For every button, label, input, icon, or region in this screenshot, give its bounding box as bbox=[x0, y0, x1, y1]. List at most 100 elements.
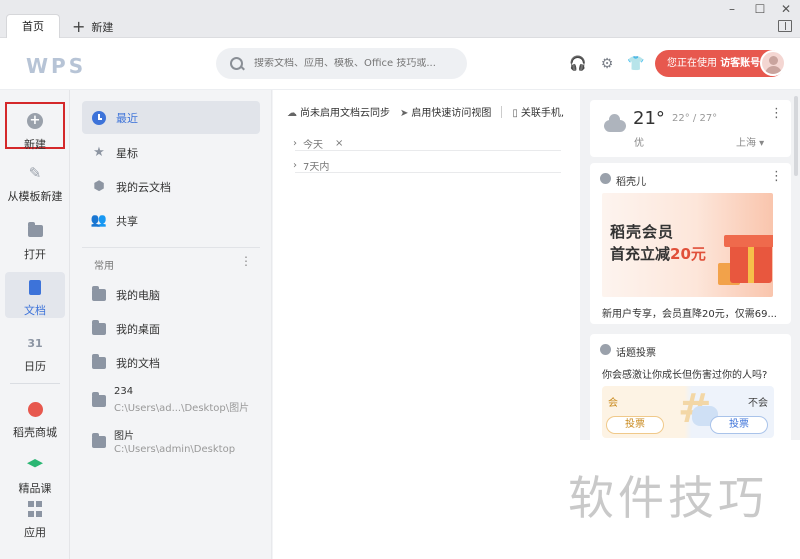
document-nav: 最近 ★ 星标 ⬢ 我的云文档 👥 共享 常用 ⋮ 我的电脑 我的桌面 我的文档… bbox=[70, 90, 272, 559]
poll-question: 你会感激让你成长但伤害过你的人吗? bbox=[602, 370, 768, 381]
close-icon[interactable]: ✕ bbox=[776, 2, 796, 16]
nav-open[interactable]: 打开 bbox=[5, 222, 65, 262]
nav-courses-label: 精品课 bbox=[18, 482, 52, 495]
more-icon[interactable]: ⋮ bbox=[770, 106, 783, 121]
search-input[interactable] bbox=[254, 58, 444, 69]
nav-store[interactable]: 稻壳商城 bbox=[5, 400, 65, 440]
more-icon[interactable]: ⋮ bbox=[770, 169, 783, 184]
apps-icon bbox=[28, 500, 42, 518]
account-name: 访客账号 bbox=[720, 58, 761, 69]
poll-option-yes: 会 bbox=[608, 398, 618, 409]
avatar[interactable] bbox=[760, 50, 786, 76]
folder-open-icon bbox=[26, 222, 44, 240]
folder-path: C:\Users\ad...\Desktop\图片 bbox=[114, 403, 250, 414]
nav-recent[interactable]: 最近 bbox=[82, 101, 260, 134]
nav-recent-label: 最近 bbox=[116, 111, 138, 125]
nav-from-template[interactable]: ✎ 从模板新建 bbox=[5, 164, 65, 208]
nav-docs[interactable]: 文档 bbox=[5, 272, 65, 318]
cloud-sync-label: 尚未启用文档云同步 bbox=[300, 108, 390, 119]
group-today-label: 今天 bbox=[303, 140, 323, 151]
nav-my-docs-label: 我的文档 bbox=[116, 356, 160, 370]
tab-home[interactable]: 首页 bbox=[6, 14, 60, 39]
new-tab-label: 新建 bbox=[91, 21, 114, 34]
ad-card-title: 稻壳儿 bbox=[616, 177, 646, 188]
cloud-sync-button[interactable]: ☁ 尚未启用文档云同步 bbox=[287, 104, 390, 119]
weather-city[interactable]: 上海 ▾ bbox=[736, 134, 764, 149]
nav-my-pc[interactable]: 我的电脑 bbox=[82, 278, 260, 311]
tab-bar: 首页 + 新建 – ☐ ✕ bbox=[0, 0, 800, 39]
nav-cloud-docs[interactable]: ⬢ 我的云文档 bbox=[82, 170, 260, 203]
phone-icon: ▯ bbox=[512, 108, 518, 119]
headset-icon[interactable]: 🎧 bbox=[569, 56, 586, 72]
nav-my-docs[interactable]: 我的文档 bbox=[82, 346, 260, 379]
left-nav: + 新建 ✎ 从模板新建 打开 文档 31 日历 稻壳商城 精品课 应用 bbox=[0, 90, 70, 559]
vote-no-button[interactable]: 投票 bbox=[710, 416, 768, 434]
maximize-icon[interactable]: ☐ bbox=[750, 2, 770, 16]
vote-yes-button[interactable]: 投票 bbox=[606, 416, 664, 434]
nav-docs-label: 文档 bbox=[24, 304, 46, 317]
link-phone-label: 关联手机, bbox=[520, 108, 565, 119]
nav-apps[interactable]: 应用 bbox=[5, 500, 65, 540]
gift-box-icon bbox=[724, 235, 773, 283]
scrollbar[interactable] bbox=[794, 96, 798, 176]
account-prefix: 您正在使用 bbox=[667, 58, 721, 69]
nav-cloud-docs-label: 我的云文档 bbox=[116, 180, 171, 194]
nav-calendar[interactable]: 31 日历 bbox=[5, 334, 65, 374]
nav-shared-label: 共享 bbox=[116, 214, 138, 228]
nav-my-desktop-label: 我的桌面 bbox=[116, 322, 160, 336]
quick-access-button[interactable]: ➤ 启用快速访问视图 bbox=[400, 104, 491, 119]
wps-logo: WPS bbox=[26, 54, 87, 78]
nav-calendar-label: 日历 bbox=[24, 360, 46, 373]
group-divider bbox=[295, 150, 561, 151]
nav-shared[interactable]: 👥 共享 bbox=[82, 204, 260, 237]
store-icon bbox=[26, 400, 44, 418]
ad-card[interactable]: 稻壳儿 ⋮ 稻壳会员 首充立减20元 新用户专享，会员直降20元，仅需69... bbox=[590, 163, 791, 324]
new-icon: + bbox=[26, 112, 44, 130]
skin-icon[interactable]: 👕 bbox=[627, 56, 644, 72]
calendar-icon: 31 bbox=[27, 336, 43, 350]
gear-icon[interactable]: ⚙ bbox=[599, 56, 615, 72]
clock-icon bbox=[92, 110, 106, 125]
more-icon[interactable]: ⋮ bbox=[240, 254, 252, 268]
close-icon[interactable]: × bbox=[335, 138, 343, 149]
people-icon: 👥 bbox=[90, 213, 108, 228]
group-7days[interactable]: › 7天内 bbox=[293, 158, 329, 173]
minimize-icon[interactable]: – bbox=[722, 2, 742, 16]
docer-icon bbox=[600, 173, 611, 184]
poll-card[interactable]: 话题投票 你会感激让你成长但伤害过你的人吗? # 会 不会 投票 投票 bbox=[590, 334, 791, 450]
search-icon bbox=[230, 56, 244, 71]
sidebar-toggle-icon[interactable] bbox=[778, 20, 792, 32]
poll-option-no: 不会 bbox=[748, 398, 768, 409]
courses-icon bbox=[26, 456, 44, 474]
cloud-icon bbox=[604, 114, 626, 132]
nav-courses[interactable]: 精品课 bbox=[5, 456, 65, 495]
star-icon: ★ bbox=[93, 145, 105, 160]
main-toolbar: ☁ 尚未启用文档云同步 ➤ 启用快速访问视图 ▯ 关联手机, bbox=[287, 104, 564, 119]
new-tab-button[interactable]: + 新建 bbox=[72, 17, 113, 37]
nav-my-desktop[interactable]: 我的桌面 bbox=[82, 312, 260, 345]
banner-discount: 20元 bbox=[670, 245, 706, 263]
recent-files-panel: ☁ 尚未启用文档云同步 ➤ 启用快速访问视图 ▯ 关联手机, › 今天 × › 7天内 bbox=[273, 90, 580, 559]
recent-folder-item[interactable]: 图片 C:\Users\admin\Desktop bbox=[92, 427, 235, 455]
nav-divider bbox=[10, 383, 60, 384]
nav-new[interactable]: + 新建 bbox=[5, 102, 65, 151]
banner-subtitle: 首充立减20元 bbox=[610, 243, 706, 264]
cloud-icon: ☁ bbox=[287, 108, 297, 119]
document-icon bbox=[26, 278, 44, 296]
desktop-icon bbox=[92, 319, 106, 336]
weather-city-label: 上海 bbox=[736, 138, 756, 149]
watermark-area: 软件技巧 bbox=[560, 440, 800, 559]
group-today[interactable]: › 今天 × bbox=[293, 136, 343, 151]
promo-banner[interactable]: 稻壳会员 首充立减20元 bbox=[602, 193, 773, 297]
link-phone-button[interactable]: ▯ 关联手机, bbox=[512, 104, 564, 119]
recent-folder-item[interactable]: 234 C:\Users\ad...\Desktop\图片 bbox=[92, 386, 249, 414]
nav-store-label: 稻壳商城 bbox=[13, 426, 57, 439]
group-divider bbox=[295, 172, 561, 173]
folder-icon bbox=[92, 353, 106, 370]
group-7days-label: 7天内 bbox=[303, 162, 330, 173]
nav-starred[interactable]: ★ 星标 bbox=[82, 136, 260, 169]
banner-title: 稻壳会员 bbox=[610, 223, 675, 241]
folder-icon bbox=[92, 392, 106, 408]
weather-card[interactable]: 21° 22° / 27° 优 上海 ▾ ⋮ bbox=[590, 100, 791, 157]
search-bar[interactable] bbox=[216, 48, 467, 79]
